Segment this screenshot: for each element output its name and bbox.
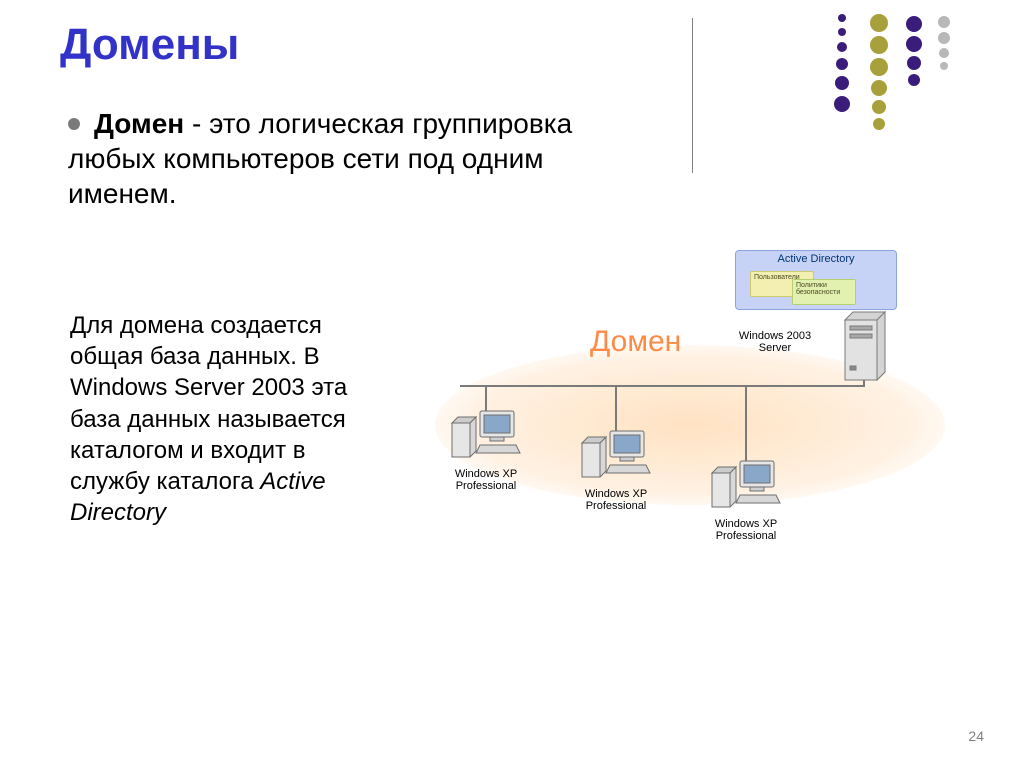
sticky-note-policies-text: Политики безопасности <box>796 282 840 296</box>
decorative-dots <box>814 14 984 154</box>
client-label-1: Windows XP Professional <box>450 468 522 492</box>
network-bus <box>460 385 865 387</box>
definition-bullet: Домен - это логическая группировка любых… <box>68 106 648 211</box>
server-node: Windows 2003 Server <box>835 310 895 390</box>
domain-diagram: Домен Active Directory Пользователи Поли… <box>420 250 980 590</box>
bullet-dot-icon <box>68 118 80 130</box>
server-icon <box>837 310 893 385</box>
slide-title: Домены <box>60 20 239 70</box>
vertical-rule <box>692 18 693 173</box>
drop-3 <box>745 385 747 465</box>
pc-icon <box>710 455 782 511</box>
server-label: Windows 2003 Server <box>725 330 825 354</box>
page-number: 24 <box>968 728 984 744</box>
client-node-3: Windows XP Professional <box>710 455 782 542</box>
slide: Домены Домен - это логическая группировк… <box>0 0 1024 768</box>
domain-oval-label: Домен <box>590 325 681 359</box>
term: Домен <box>94 108 184 139</box>
client-node-1: Windows XP Professional <box>450 405 522 492</box>
sticky-note-policies: Политики безопасности <box>792 279 856 305</box>
client-label-2: Windows XP Professional <box>580 488 652 512</box>
active-directory-title: Active Directory <box>736 251 896 265</box>
explanation-paragraph: Для домена создается общая база данных. … <box>70 310 370 528</box>
client-node-2: Windows XP Professional <box>580 425 652 512</box>
active-directory-box: Active Directory Пользователи Политики б… <box>735 250 897 310</box>
pc-icon <box>450 405 522 461</box>
client-label-3: Windows XP Professional <box>710 518 782 542</box>
pc-icon <box>580 425 652 481</box>
